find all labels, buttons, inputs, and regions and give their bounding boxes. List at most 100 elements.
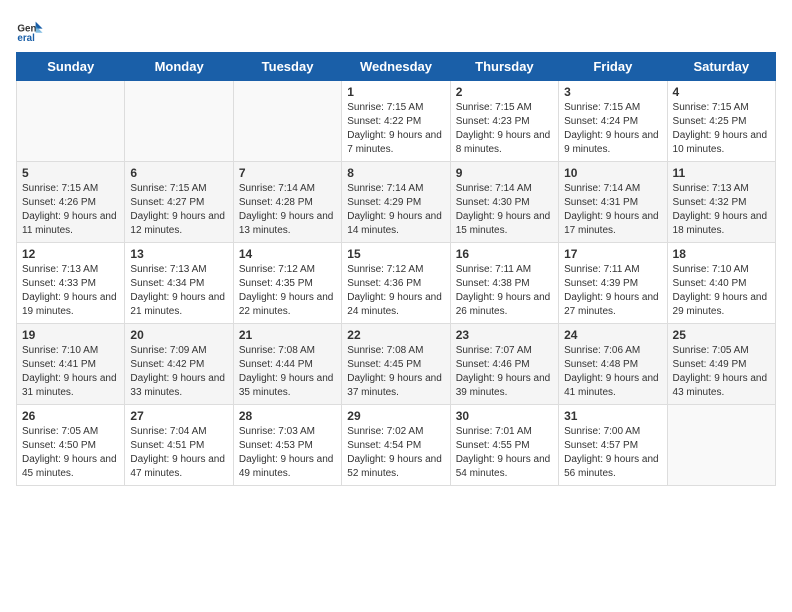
calendar-cell: 18 Sunrise: 7:10 AM Sunset: 4:40 PM Dayli… [667, 243, 775, 324]
calendar-cell: 29 Sunrise: 7:02 AM Sunset: 4:54 PM Dayli… [342, 405, 450, 486]
page-header: Gen eral [16, 16, 776, 44]
day-info: Sunrise: 7:14 AM Sunset: 4:28 PM Dayligh… [239, 182, 336, 238]
day-info: Sunrise: 7:14 AM Sunset: 4:29 PM Dayligh… [347, 182, 444, 238]
day-number: 13 [130, 247, 227, 261]
day-info: Sunrise: 7:15 AM Sunset: 4:27 PM Dayligh… [130, 182, 227, 238]
day-info: Sunrise: 7:11 AM Sunset: 4:39 PM Dayligh… [564, 263, 661, 319]
svg-text:eral: eral [17, 33, 35, 44]
day-info: Sunrise: 7:15 AM Sunset: 4:23 PM Dayligh… [456, 101, 553, 157]
day-info: Sunrise: 7:05 AM Sunset: 4:50 PM Dayligh… [22, 425, 119, 481]
calendar-cell: 16 Sunrise: 7:11 AM Sunset: 4:38 PM Dayli… [450, 243, 558, 324]
calendar-table: SundayMondayTuesdayWednesdayThursdayFrid… [16, 52, 776, 486]
day-info: Sunrise: 7:11 AM Sunset: 4:38 PM Dayligh… [456, 263, 553, 319]
day-info: Sunrise: 7:10 AM Sunset: 4:40 PM Dayligh… [673, 263, 770, 319]
calendar-cell [17, 81, 125, 162]
calendar-header-row: SundayMondayTuesdayWednesdayThursdayFrid… [17, 53, 776, 81]
day-number: 9 [456, 166, 553, 180]
day-info: Sunrise: 7:10 AM Sunset: 4:41 PM Dayligh… [22, 344, 119, 400]
calendar-day-header: Wednesday [342, 53, 450, 81]
day-info: Sunrise: 7:06 AM Sunset: 4:48 PM Dayligh… [564, 344, 661, 400]
day-number: 21 [239, 328, 336, 342]
calendar-cell: 24 Sunrise: 7:06 AM Sunset: 4:48 PM Dayli… [559, 324, 667, 405]
day-info: Sunrise: 7:00 AM Sunset: 4:57 PM Dayligh… [564, 425, 661, 481]
calendar-cell: 7 Sunrise: 7:14 AM Sunset: 4:28 PM Daylig… [233, 162, 341, 243]
calendar-cell: 23Sunrise: 7:07 AM Sunset: 4:46 PM Dayli… [450, 324, 558, 405]
day-number: 14 [239, 247, 336, 261]
day-number: 8 [347, 166, 444, 180]
day-info: Sunrise: 7:15 AM Sunset: 4:24 PM Dayligh… [564, 101, 661, 157]
day-number: 12 [22, 247, 119, 261]
calendar-day-header: Tuesday [233, 53, 341, 81]
calendar-cell: 8 Sunrise: 7:14 AM Sunset: 4:29 PM Daylig… [342, 162, 450, 243]
calendar-cell: 31 Sunrise: 7:00 AM Sunset: 4:57 PM Dayli… [559, 405, 667, 486]
day-info: Sunrise: 7:13 AM Sunset: 4:34 PM Dayligh… [130, 263, 227, 319]
day-info: Sunrise: 7:03 AM Sunset: 4:53 PM Dayligh… [239, 425, 336, 481]
calendar-cell: 22 Sunrise: 7:08 AM Sunset: 4:45 PM Dayli… [342, 324, 450, 405]
day-info: Sunrise: 7:12 AM Sunset: 4:36 PM Dayligh… [347, 263, 444, 319]
calendar-day-header: Saturday [667, 53, 775, 81]
day-number: 17 [564, 247, 661, 261]
calendar-day-header: Friday [559, 53, 667, 81]
calendar-week-row: 19 Sunrise: 7:10 AM Sunset: 4:41 PM Dayli… [17, 324, 776, 405]
day-number: 5 [22, 166, 119, 180]
calendar-cell: 2Sunrise: 7:15 AM Sunset: 4:23 PM Daylig… [450, 81, 558, 162]
day-number: 30 [456, 409, 553, 423]
day-info: Sunrise: 7:12 AM Sunset: 4:35 PM Dayligh… [239, 263, 336, 319]
day-number: 20 [130, 328, 227, 342]
calendar-week-row: 12 Sunrise: 7:13 AM Sunset: 4:33 PM Dayli… [17, 243, 776, 324]
day-number: 25 [673, 328, 770, 342]
day-info: Sunrise: 7:13 AM Sunset: 4:32 PM Dayligh… [673, 182, 770, 238]
day-number: 19 [22, 328, 119, 342]
day-number: 31 [564, 409, 661, 423]
calendar-cell: 25Sunrise: 7:05 AM Sunset: 4:49 PM Dayli… [667, 324, 775, 405]
calendar-cell: 5 Sunrise: 7:15 AM Sunset: 4:26 PM Daylig… [17, 162, 125, 243]
day-number: 29 [347, 409, 444, 423]
day-info: Sunrise: 7:15 AM Sunset: 4:22 PM Dayligh… [347, 101, 444, 157]
day-info: Sunrise: 7:08 AM Sunset: 4:44 PM Dayligh… [239, 344, 336, 400]
day-number: 16 [456, 247, 553, 261]
calendar-cell: 14 Sunrise: 7:12 AM Sunset: 4:35 PM Dayli… [233, 243, 341, 324]
day-number: 28 [239, 409, 336, 423]
calendar-day-header: Sunday [17, 53, 125, 81]
calendar-cell: 3 Sunrise: 7:15 AM Sunset: 4:24 PM Daylig… [559, 81, 667, 162]
day-info: Sunrise: 7:07 AM Sunset: 4:46 PM Dayligh… [456, 344, 553, 400]
calendar-day-header: Monday [125, 53, 233, 81]
day-number: 1 [347, 85, 444, 99]
day-info: Sunrise: 7:13 AM Sunset: 4:33 PM Dayligh… [22, 263, 119, 319]
calendar-cell: 15Sunrise: 7:12 AM Sunset: 4:36 PM Dayli… [342, 243, 450, 324]
calendar-cell: 26 Sunrise: 7:05 AM Sunset: 4:50 PM Dayli… [17, 405, 125, 486]
calendar-cell: 11 Sunrise: 7:13 AM Sunset: 4:32 PM Dayli… [667, 162, 775, 243]
day-info: Sunrise: 7:14 AM Sunset: 4:30 PM Dayligh… [456, 182, 553, 238]
calendar-cell [125, 81, 233, 162]
day-number: 22 [347, 328, 444, 342]
calendar-cell [233, 81, 341, 162]
calendar-cell: 1 Sunrise: 7:15 AM Sunset: 4:22 PM Daylig… [342, 81, 450, 162]
logo: Gen eral [16, 16, 48, 44]
calendar-day-header: Thursday [450, 53, 558, 81]
calendar-cell: 27Sunrise: 7:04 AM Sunset: 4:51 PM Dayli… [125, 405, 233, 486]
day-info: Sunrise: 7:15 AM Sunset: 4:25 PM Dayligh… [673, 101, 770, 157]
day-number: 6 [130, 166, 227, 180]
day-number: 3 [564, 85, 661, 99]
day-number: 7 [239, 166, 336, 180]
calendar-cell [667, 405, 775, 486]
day-number: 24 [564, 328, 661, 342]
calendar-cell: 6 Sunrise: 7:15 AM Sunset: 4:27 PM Daylig… [125, 162, 233, 243]
calendar-cell: 12 Sunrise: 7:13 AM Sunset: 4:33 PM Dayli… [17, 243, 125, 324]
calendar-cell: 17 Sunrise: 7:11 AM Sunset: 4:39 PM Dayli… [559, 243, 667, 324]
day-info: Sunrise: 7:15 AM Sunset: 4:26 PM Dayligh… [22, 182, 119, 238]
calendar-cell: 30 Sunrise: 7:01 AM Sunset: 4:55 PM Dayli… [450, 405, 558, 486]
day-info: Sunrise: 7:01 AM Sunset: 4:55 PM Dayligh… [456, 425, 553, 481]
day-info: Sunrise: 7:02 AM Sunset: 4:54 PM Dayligh… [347, 425, 444, 481]
calendar-cell: 9 Sunrise: 7:14 AM Sunset: 4:30 PM Daylig… [450, 162, 558, 243]
day-info: Sunrise: 7:09 AM Sunset: 4:42 PM Dayligh… [130, 344, 227, 400]
day-number: 10 [564, 166, 661, 180]
calendar-cell: 21 Sunrise: 7:08 AM Sunset: 4:44 PM Dayli… [233, 324, 341, 405]
day-number: 18 [673, 247, 770, 261]
calendar-week-row: 26 Sunrise: 7:05 AM Sunset: 4:50 PM Dayli… [17, 405, 776, 486]
day-number: 26 [22, 409, 119, 423]
logo-icon: Gen eral [16, 16, 44, 44]
calendar-cell: 13 Sunrise: 7:13 AM Sunset: 4:34 PM Dayli… [125, 243, 233, 324]
day-number: 11 [673, 166, 770, 180]
day-info: Sunrise: 7:08 AM Sunset: 4:45 PM Dayligh… [347, 344, 444, 400]
